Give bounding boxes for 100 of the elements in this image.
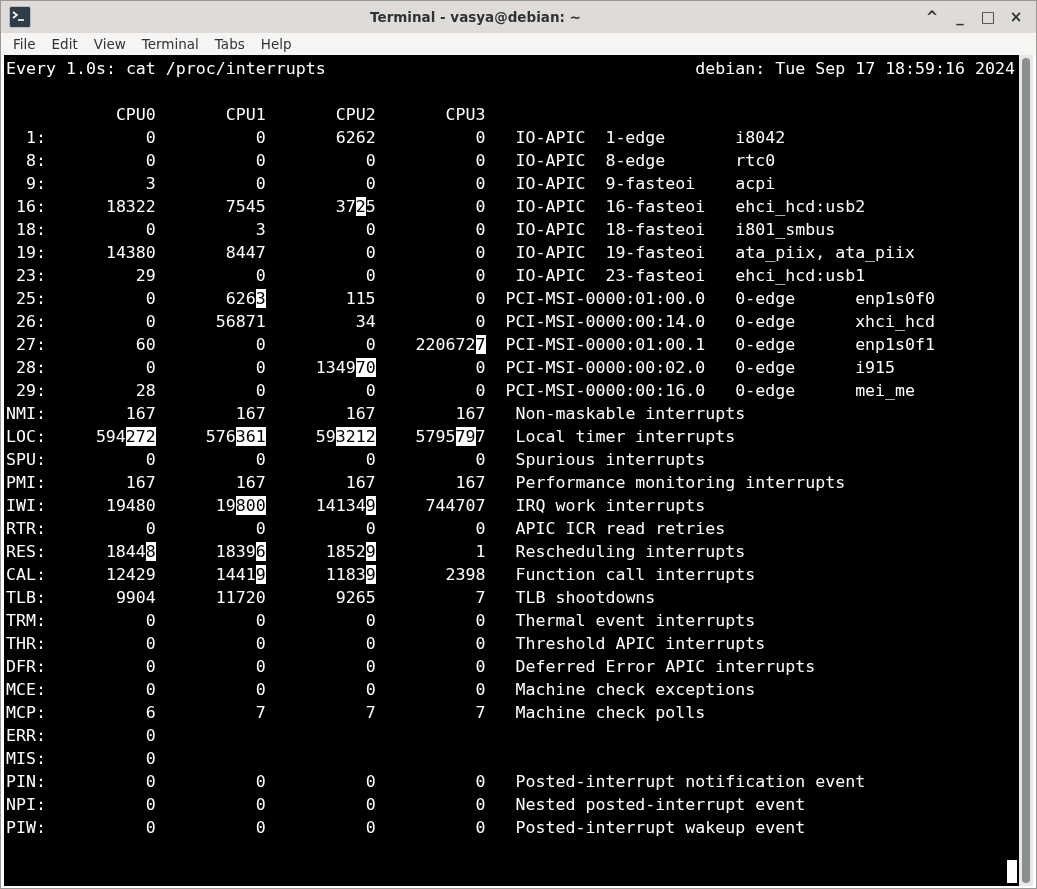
interrupt-count: 6262 bbox=[335, 128, 376, 147]
interrupt-count: 5795797 bbox=[415, 427, 486, 446]
interrupt-count: 0 bbox=[145, 749, 156, 768]
irq-label: SPU: bbox=[6, 450, 46, 469]
irq-label: TRM: bbox=[6, 611, 46, 630]
interrupt-count: 19800 bbox=[215, 496, 266, 515]
interrupt-description: Thermal event interrupts bbox=[515, 610, 756, 632]
interrupt-count: 0 bbox=[145, 220, 156, 239]
irq-type: 23-fasteoi bbox=[605, 266, 706, 285]
interrupt-count: 28 bbox=[135, 381, 156, 400]
maximize-button[interactable]: □ bbox=[976, 9, 1000, 25]
irq-label: 9: bbox=[25, 174, 46, 193]
chip-name: IO-APIC bbox=[515, 266, 586, 285]
irq-label: PIW: bbox=[6, 818, 46, 837]
irq-label: 26: bbox=[15, 312, 46, 331]
interrupt-count: 0 bbox=[475, 795, 486, 814]
irq-type: 8-edge bbox=[605, 151, 666, 170]
interrupt-count: 9265 bbox=[335, 588, 376, 607]
irq-label: MIS: bbox=[6, 749, 46, 768]
text-cursor bbox=[1007, 860, 1017, 883]
device-name: ehci_hcd:usb2 bbox=[735, 196, 866, 218]
irq-label: LOC: bbox=[6, 427, 46, 446]
chip-name: IO-APIC bbox=[515, 174, 586, 193]
interrupt-count: 0 bbox=[255, 128, 266, 147]
interrupt-count: 7 bbox=[255, 703, 266, 722]
interrupt-count: 0 bbox=[255, 772, 266, 791]
interrupt-count: 0 bbox=[475, 128, 486, 147]
interrupt-count: 18529 bbox=[325, 542, 376, 561]
menu-item[interactable]: View bbox=[85, 33, 134, 55]
device-name: mei_me bbox=[855, 380, 916, 402]
interrupt-count: 0 bbox=[255, 795, 266, 814]
interrupt-count: 0 bbox=[145, 818, 156, 837]
interrupt-count: 0 bbox=[475, 174, 486, 193]
device-name: i801_smbus bbox=[735, 219, 836, 241]
interrupt-count: 14380 bbox=[105, 243, 156, 262]
minimize-button[interactable]: _ bbox=[948, 9, 972, 25]
interrupt-count: 0 bbox=[365, 772, 376, 791]
interrupt-count: 0 bbox=[475, 220, 486, 239]
irq-type: 0-edge bbox=[735, 358, 796, 377]
interrupt-count: 11720 bbox=[215, 588, 266, 607]
device-name: i915 bbox=[855, 357, 896, 379]
interrupt-count: 0 bbox=[145, 450, 156, 469]
interrupt-count: 0 bbox=[145, 611, 156, 630]
interrupt-count: 0 bbox=[365, 381, 376, 400]
device-name: rtc0 bbox=[735, 150, 776, 172]
interrupt-description: Threshold APIC interrupts bbox=[515, 633, 766, 655]
interrupt-count: 0 bbox=[255, 611, 266, 630]
interrupt-count: 0 bbox=[365, 611, 376, 630]
irq-label: 16: bbox=[15, 197, 46, 216]
interrupt-count: 167 bbox=[125, 473, 156, 492]
interrupt-count: 0 bbox=[365, 243, 376, 262]
interrupt-count: 12429 bbox=[105, 565, 156, 584]
irq-type: 9-fasteoi bbox=[605, 174, 696, 193]
menu-item[interactable]: Help bbox=[252, 33, 300, 55]
interrupt-count: 0 bbox=[365, 634, 376, 653]
interrupt-count: 0 bbox=[475, 450, 486, 469]
irq-label: 19: bbox=[15, 243, 46, 262]
interrupt-count: 0 bbox=[365, 795, 376, 814]
interrupt-count: 0 bbox=[255, 680, 266, 699]
chip-name: IO-APIC bbox=[515, 128, 586, 147]
collapse-button[interactable]: ^ bbox=[920, 9, 944, 25]
menu-item[interactable]: Tabs bbox=[206, 33, 253, 55]
interrupt-description: Spurious interrupts bbox=[515, 449, 706, 471]
interrupt-count: 0 bbox=[365, 680, 376, 699]
device-name: xhci_hcd bbox=[855, 311, 936, 333]
irq-label: 8: bbox=[25, 151, 46, 170]
interrupt-count: 0 bbox=[255, 634, 266, 653]
chip-name: PCI-MSI-0000:00:16.0 bbox=[505, 381, 706, 400]
interrupt-count: 593212 bbox=[315, 427, 376, 446]
interrupt-count: 0 bbox=[365, 335, 376, 354]
cpu-heading: CPU0 bbox=[115, 105, 156, 124]
menu-item[interactable]: Terminal bbox=[133, 33, 207, 55]
interrupt-count: 0 bbox=[475, 634, 486, 653]
irq-label: 25: bbox=[15, 289, 46, 308]
irq-label: 28: bbox=[15, 358, 46, 377]
interrupt-count: 0 bbox=[475, 657, 486, 676]
interrupt-description: TLB shootdowns bbox=[515, 587, 656, 609]
interrupt-count: 60 bbox=[135, 335, 156, 354]
interrupt-description: Rescheduling interrupts bbox=[515, 541, 746, 563]
interrupt-count: 18322 bbox=[105, 197, 156, 216]
interrupt-count: 0 bbox=[475, 243, 486, 262]
interrupt-description: Function call interrupts bbox=[515, 564, 756, 586]
menu-item[interactable]: Edit bbox=[43, 33, 86, 55]
interrupt-count: 0 bbox=[145, 312, 156, 331]
interrupt-count: 6 bbox=[145, 703, 156, 722]
interrupt-count: 0 bbox=[145, 358, 156, 377]
interrupt-count: 0 bbox=[255, 657, 266, 676]
interrupt-count: 0 bbox=[475, 289, 486, 308]
interrupt-description: IRQ work interrupts bbox=[515, 495, 706, 517]
interrupt-count: 0 bbox=[145, 519, 156, 538]
interrupt-count: 0 bbox=[475, 680, 486, 699]
interrupt-count: 0 bbox=[145, 289, 156, 308]
menu-item[interactable]: File bbox=[5, 33, 44, 55]
close-button[interactable]: × bbox=[1004, 9, 1028, 25]
interrupt-count: 0 bbox=[475, 611, 486, 630]
chip-name: PCI-MSI-0000:01:00.0 bbox=[505, 289, 706, 308]
interrupt-count: 0 bbox=[145, 795, 156, 814]
interrupt-count: 0 bbox=[475, 266, 486, 285]
host-timestamp: debian: Tue Sep 17 18:59:16 2024 bbox=[695, 58, 1015, 80]
scrollbar[interactable] bbox=[1019, 55, 1033, 886]
